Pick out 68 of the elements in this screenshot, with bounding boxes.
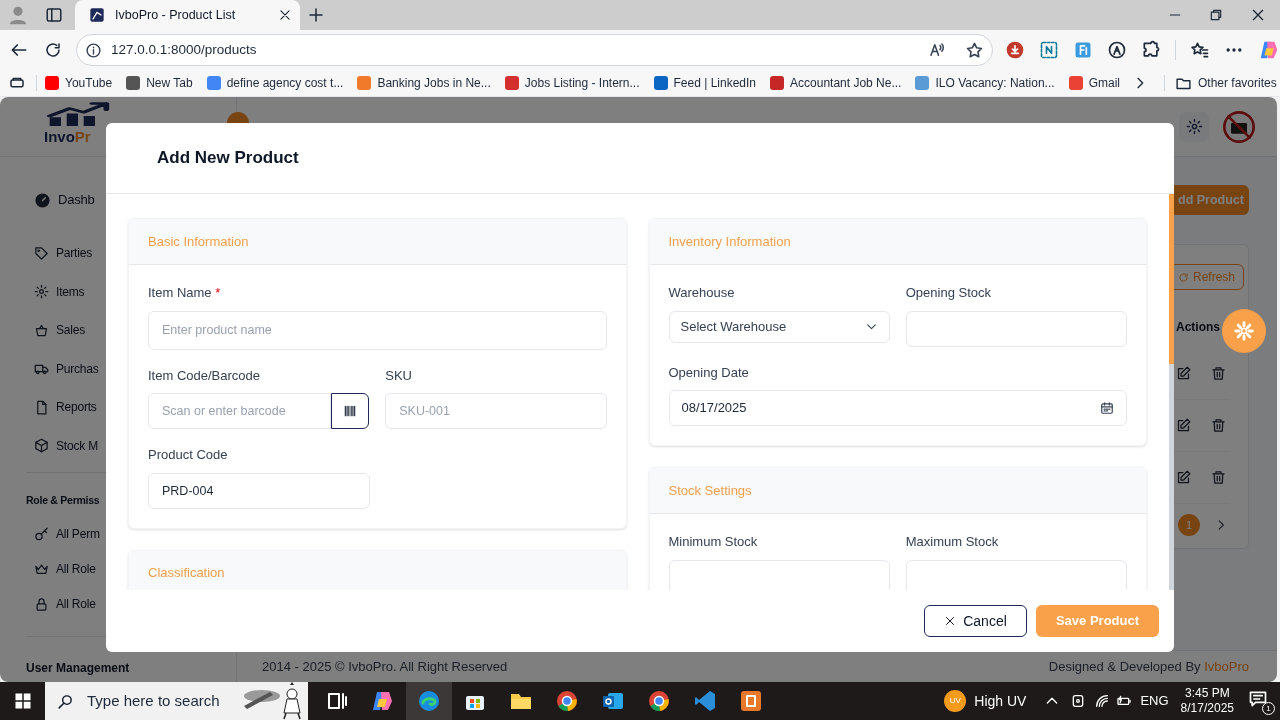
input-field[interactable]: Scan or enter barcode xyxy=(148,393,331,429)
bookmark-label: Feed | LinkedIn xyxy=(673,75,757,92)
sidebar-item[interactable]: Purchas xyxy=(34,349,99,388)
clock[interactable]: 3:45 PM 8/17/2025 xyxy=(1180,686,1234,716)
sidebar-item[interactable]: Reports xyxy=(34,388,97,427)
bookmark[interactable]: Jobs Listing - Intern... xyxy=(504,74,640,92)
modal-title: Add New Product xyxy=(157,147,299,170)
field-label: Item Name * xyxy=(148,284,222,302)
sidebar-item[interactable]: All Role xyxy=(34,551,96,587)
credit-text: Designed & Developed By IvboPro xyxy=(1048,657,1249,676)
bookmark-label: define agency cost t... xyxy=(226,75,344,92)
address-bar[interactable]: 127.0.0.1:8000/products xyxy=(75,34,993,66)
sidebar-item[interactable]: All Perm xyxy=(34,516,100,552)
notifications-button[interactable]: 1 xyxy=(1248,689,1272,713)
bookmark[interactable]: ILO Vacancy: Nation... xyxy=(915,74,1055,92)
input-field[interactable]: PRD-004 xyxy=(148,472,370,509)
cancel-button[interactable]: Cancel xyxy=(924,605,1027,637)
sidebar-item[interactable]: Items xyxy=(34,272,85,311)
field-label: Item Code/Barcode xyxy=(148,366,261,385)
field-label: Maximum Stock xyxy=(905,533,1000,551)
column-header: Actions xyxy=(1176,319,1220,336)
field-label: Minimum Stock xyxy=(668,533,759,551)
bookmark[interactable]: define agency cost t... xyxy=(206,74,344,92)
url-text: 127.0.0.1:8000/products xyxy=(110,40,258,59)
bookmark-folder[interactable]: Other favorites xyxy=(1174,74,1277,92)
sidebar-item[interactable]: Sales xyxy=(34,311,86,350)
sidebar-item[interactable]: Stock M xyxy=(34,426,98,465)
date-field[interactable]: 08/17/2025 xyxy=(668,390,1127,426)
select-field[interactable]: Select Warehouse xyxy=(668,310,890,343)
bookmark-label: Jobs Listing - Intern... xyxy=(524,75,640,92)
language-indicator[interactable]: ENG xyxy=(1140,691,1169,711)
input-field[interactable]: SKU-001 xyxy=(385,393,607,429)
logo-text: InvoPr xyxy=(44,129,91,144)
input-field[interactable]: Enter product name xyxy=(148,310,607,350)
bookmark-label: Banking Jobs in Ne... xyxy=(377,75,491,92)
field-label: Warehouse xyxy=(668,284,736,302)
section-heading: User Management xyxy=(26,659,130,677)
tab-title: IvboPro - Product List xyxy=(115,6,237,24)
section-title: Stock Settings xyxy=(668,481,752,500)
weather-text: High UV xyxy=(974,691,1027,711)
section-title: Basic Information xyxy=(148,232,249,251)
copyright-text: 2014 - 2025 © IvboPro. All Right Reserved xyxy=(262,657,508,676)
bookmark[interactable]: Accountant Job Ne... xyxy=(770,74,902,92)
bookmark[interactable]: Feed | LinkedIn xyxy=(653,74,757,92)
section-title: Classification xyxy=(148,564,225,583)
field-label: SKU xyxy=(385,366,413,385)
field-label: Opening Stock xyxy=(905,284,993,302)
section-heading: Role & Permiss xyxy=(26,493,100,508)
sidebar-item[interactable]: All Role xyxy=(34,586,96,622)
browser-tab[interactable]: IvboPro - Product List xyxy=(75,0,300,30)
bookmark-label: New Tab xyxy=(146,75,193,92)
bookmark-label: Gmail xyxy=(1088,75,1120,92)
section-title: Inventory Information xyxy=(668,232,791,251)
bookmark-label: ILO Vacancy: Nation... xyxy=(935,75,1055,92)
notification-count: 1 xyxy=(1262,702,1275,715)
uv-badge: UV xyxy=(944,690,967,712)
weather-widget[interactable]: UV High UV xyxy=(944,690,1027,712)
sidebar-item[interactable]: Parties xyxy=(34,234,92,273)
bookmark-label: YouTube xyxy=(65,75,113,92)
field-label: Opening Date xyxy=(668,363,750,382)
sidebar-item[interactable]: Dashb xyxy=(34,181,95,219)
bookmark[interactable]: New Tab xyxy=(126,74,193,92)
bookmark[interactable]: Gmail xyxy=(1068,74,1120,92)
bookmark[interactable]: Banking Jobs in Ne... xyxy=(357,74,491,92)
folder-label: Other favorites xyxy=(1197,75,1277,92)
field-label: Product Code xyxy=(148,446,229,464)
bookmark-label: Accountant Job Ne... xyxy=(790,75,902,92)
bookmark[interactable]: YouTube xyxy=(45,74,113,92)
